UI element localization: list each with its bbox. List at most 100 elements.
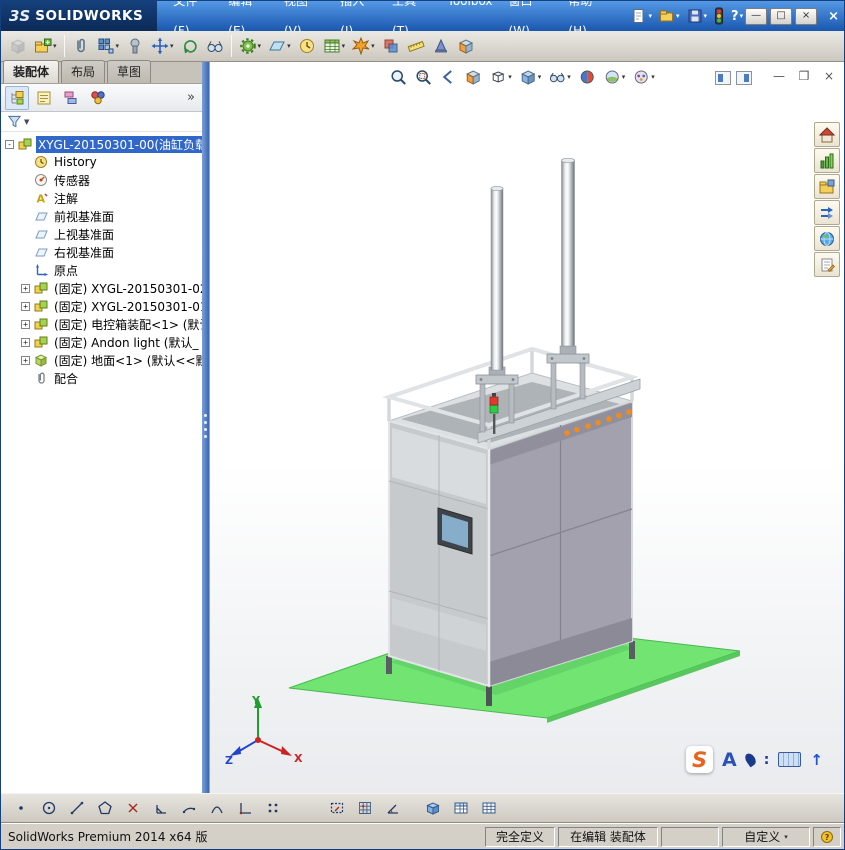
model-canvas[interactable] <box>210 62 844 793</box>
section-view-toolbar-button[interactable] <box>454 33 478 59</box>
help-button[interactable]: ? ▾ <box>729 5 745 27</box>
minimize-button[interactable]: — <box>745 8 767 25</box>
design-library-button[interactable] <box>814 174 840 199</box>
design-table-button[interactable] <box>448 796 474 820</box>
rapid-sketch-button[interactable] <box>324 796 350 820</box>
open-button[interactable]: ▾ <box>657 5 682 27</box>
view-settings-button[interactable]: ▾ <box>630 67 657 87</box>
expand-icon[interactable]: + <box>21 356 30 365</box>
zoom-fit-button[interactable] <box>387 67 409 87</box>
ime-toolbox-button[interactable]: ↑ <box>810 751 823 769</box>
tree-item-origin[interactable]: 原点 <box>1 261 202 279</box>
tree-item-component[interactable]: + (固定) 地面<1> (默认<<默认 <box>1 351 202 369</box>
sketch-3point-arc-button[interactable] <box>204 796 230 820</box>
sketch-arc-button[interactable] <box>176 796 202 820</box>
chevron-down-icon[interactable]: ▼ <box>24 118 29 126</box>
maximize-button[interactable]: □ <box>770 8 792 25</box>
tab-layout[interactable]: 布局 <box>61 60 105 83</box>
document-close-button[interactable]: × <box>820 67 838 85</box>
component-pattern-button[interactable]: ▾ <box>94 33 123 59</box>
move-component-button[interactable]: ▾ <box>148 33 177 59</box>
tree-item-history[interactable]: History <box>1 153 202 171</box>
sketch-polygon-button[interactable] <box>92 796 118 820</box>
hide-show-items-button[interactable]: ▾ <box>546 67 573 87</box>
reference-geometry-button[interactable]: ▾ <box>265 33 294 59</box>
expand-icon[interactable]: + <box>21 338 30 347</box>
insert-component-button[interactable]: ▾ <box>31 33 60 59</box>
bill-of-materials-button[interactable]: ▾ <box>320 33 349 59</box>
ime-symbols-button[interactable]: : <box>764 752 770 768</box>
rotate-component-button[interactable] <box>178 33 202 59</box>
smart-fasteners-button[interactable] <box>123 33 147 59</box>
view-orientation-button[interactable]: ▾ <box>487 67 514 87</box>
ime-keyboard-icon[interactable] <box>778 752 801 767</box>
close-icon[interactable]: × <box>828 9 839 24</box>
apply-scene-button[interactable]: ▾ <box>601 67 628 87</box>
save-button[interactable]: ▾ <box>685 5 710 27</box>
exploded-view-button[interactable]: ▾ <box>349 33 378 59</box>
window-select-left-icon[interactable] <box>715 71 731 85</box>
sketch-pattern-button[interactable] <box>260 796 286 820</box>
filter-funnel-icon[interactable] <box>7 114 22 129</box>
ime-punctuation-icon[interactable] <box>743 752 758 768</box>
isometric-view-button[interactable] <box>420 796 446 820</box>
display-manager-tab[interactable] <box>86 86 110 110</box>
tree-item-component[interactable]: + (固定) Andon light (默认_ <box>1 333 202 351</box>
tree-item-component[interactable]: + (固定) XYGL-20150301-02-0 <box>1 279 202 297</box>
tab-assembly[interactable]: 装配体 <box>3 60 59 83</box>
measure-button[interactable] <box>404 33 428 59</box>
expand-icon[interactable]: + <box>21 320 30 329</box>
status-quick-tips-cell[interactable]: ? <box>813 827 841 847</box>
tab-sketch[interactable]: 草图 <box>107 60 151 83</box>
task-pane-home-button[interactable] <box>814 122 840 147</box>
options-button[interactable] <box>712 5 726 27</box>
sketch-chamfer-button[interactable] <box>148 796 174 820</box>
tree-item-top-plane[interactable]: 上视基准面 <box>1 225 202 243</box>
tree-item-mates[interactable]: 配合 <box>1 369 202 387</box>
sketch-corner-button[interactable] <box>232 796 258 820</box>
panel-splitter[interactable] <box>202 62 209 793</box>
sketch-line-button[interactable] <box>64 796 90 820</box>
new-document-button[interactable]: ▾ <box>629 5 654 27</box>
property-manager-tab[interactable] <box>32 86 56 110</box>
expand-icon[interactable]: + <box>21 284 30 293</box>
section-view-button[interactable] <box>462 67 484 87</box>
panel-overflow-button[interactable]: » <box>187 90 198 105</box>
tree-item-right-plane[interactable]: 右视基准面 <box>1 243 202 261</box>
document-minimize-button[interactable]: — <box>770 67 788 85</box>
mass-properties-button[interactable] <box>429 33 453 59</box>
configuration-manager-tab[interactable] <box>59 86 83 110</box>
sketch-point-button[interactable] <box>8 796 34 820</box>
general-table-button[interactable] <box>476 796 502 820</box>
tree-item-component[interactable]: + (固定) 电控箱装配<1> (默认 <box>1 315 202 333</box>
edit-component-button[interactable] <box>6 33 30 59</box>
show-hidden-components-button[interactable] <box>203 33 227 59</box>
custom-properties-button[interactable] <box>814 252 840 277</box>
sketch-trim-button[interactable] <box>120 796 146 820</box>
view-palette-button[interactable] <box>814 226 840 251</box>
collapse-icon[interactable]: - <box>5 140 14 149</box>
window-select-right-icon[interactable] <box>736 71 752 85</box>
file-explorer-button[interactable] <box>814 200 840 225</box>
grid-snap-button[interactable] <box>352 796 378 820</box>
tree-item-sensors[interactable]: 传感器 <box>1 171 202 189</box>
tree-item-root[interactable]: - XYGL-20150301-00(油缸负载测试 <box>1 135 202 153</box>
mate-button[interactable] <box>69 33 93 59</box>
interference-detection-button[interactable] <box>379 33 403 59</box>
close-button[interactable]: × <box>795 8 817 25</box>
expand-icon[interactable]: + <box>21 302 30 311</box>
feature-manager-tab[interactable] <box>5 86 29 110</box>
sketch-circle-button[interactable] <box>36 796 62 820</box>
status-custom-dropdown[interactable]: 自定义 ▾ <box>722 827 810 847</box>
previous-view-button[interactable] <box>437 67 459 87</box>
tree-item-front-plane[interactable]: 前视基准面 <box>1 207 202 225</box>
ime-logo[interactable]: S <box>686 746 713 773</box>
solidworks-resources-button[interactable] <box>814 148 840 173</box>
document-restore-button[interactable]: ❐ <box>795 67 813 85</box>
zoom-area-button[interactable] <box>412 67 434 87</box>
tree-item-annotations[interactable]: A 注解 <box>1 189 202 207</box>
motion-study-button[interactable] <box>295 33 319 59</box>
tree-item-component[interactable]: + (固定) XYGL-20150301-01-0 <box>1 297 202 315</box>
angle-snap-button[interactable] <box>380 796 406 820</box>
splitter-grip-icon[interactable] <box>204 414 207 417</box>
